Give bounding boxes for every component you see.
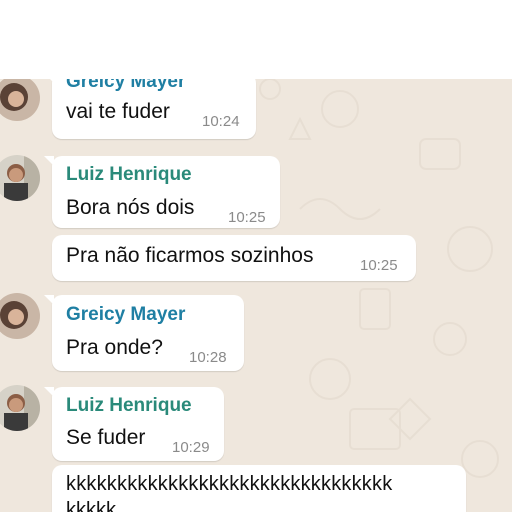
message-bubble[interactable]: Greicy Mayer Pra onde? 10:28 xyxy=(44,295,244,371)
message-time: 10:28 xyxy=(189,349,227,366)
message-time: 10:25 xyxy=(228,209,266,226)
message-bubble[interactable]: Greicy Mayer vai te fuder 10:24 xyxy=(44,79,256,139)
message-time: 10:25 xyxy=(360,257,398,274)
message-text-continued: kkkkk xyxy=(66,499,116,512)
message-bubble[interactable]: kkkkkkkkkkkkkkkkkkkkkkkkkkkkkkkk kkkkk xyxy=(52,465,466,512)
chat-background: Greicy Mayer vai te fuder 10:24 Luiz Hen… xyxy=(0,79,512,512)
message-text: Pra não ficarmos sozinhos xyxy=(66,244,314,267)
message-bubble[interactable]: Luiz Henrique Se fuder 10:29 xyxy=(44,387,224,461)
message-time: 10:24 xyxy=(202,113,240,130)
message-bubble[interactable]: Luiz Henrique Bora nós dois 10:25 xyxy=(44,156,280,228)
message-time: 10:29 xyxy=(172,439,210,456)
message-bubble[interactable]: Pra não ficarmos sozinhos 10:25 xyxy=(52,235,416,281)
message-text: Bora nós dois xyxy=(66,196,195,219)
message-text: vai te fuder xyxy=(66,100,170,123)
sender-name[interactable]: Luiz Henrique xyxy=(66,164,192,186)
message-text: kkkkkkkkkkkkkkkkkkkkkkkkkkkkkkkk xyxy=(66,473,393,495)
sender-name[interactable]: Greicy Mayer xyxy=(66,304,185,326)
message-text: Se fuder xyxy=(66,426,146,449)
sender-name[interactable]: Luiz Henrique xyxy=(66,395,192,417)
message-text: Pra onde? xyxy=(66,336,163,359)
sender-name[interactable]: Greicy Mayer xyxy=(66,79,185,93)
